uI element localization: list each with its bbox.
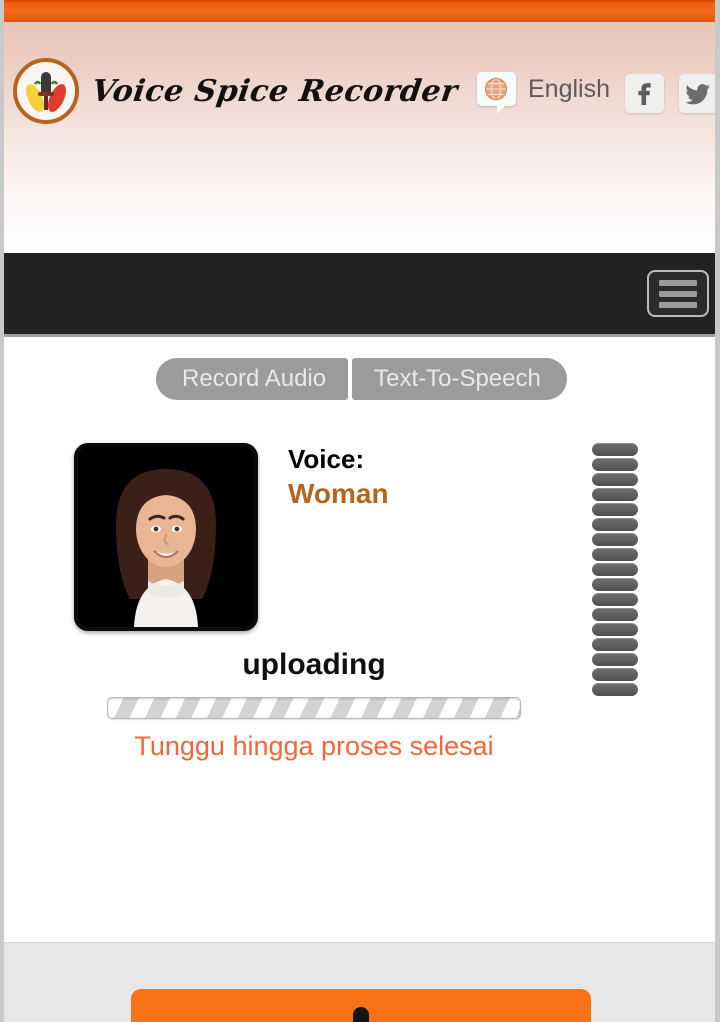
pitch-slider-segment[interactable] — [592, 548, 638, 561]
voice-value[interactable]: Woman — [288, 478, 389, 510]
progress-note: Tunggu hingga proses selesai — [134, 731, 494, 761]
twitter-button[interactable] — [679, 74, 715, 113]
twitter-icon — [679, 74, 715, 113]
pitch-slider-segment[interactable] — [592, 503, 638, 516]
main-content: Record Audio Text-To-Speech Voice: Woman… — [4, 340, 715, 940]
pitch-slider-segment[interactable] — [592, 608, 638, 621]
facebook-button[interactable] — [625, 74, 664, 113]
record-button[interactable] — [131, 989, 591, 1022]
pitch-slider-segment[interactable] — [592, 623, 638, 636]
site-header: Voice Spice Recorder English — [4, 22, 715, 253]
footer-bar — [4, 942, 715, 1022]
top-accent-strip — [4, 0, 715, 22]
language-selector[interactable] — [477, 72, 516, 114]
hamburger-menu-icon[interactable] — [647, 270, 709, 317]
app-root: Voice Spice Recorder English Record Audi… — [0, 0, 720, 1022]
pitch-slider-segment[interactable] — [592, 443, 638, 456]
upload-progress-bar — [107, 697, 521, 719]
microphone-icon — [338, 1007, 384, 1022]
tab-text-to-speech[interactable]: Text-To-Speech — [352, 358, 567, 400]
pitch-slider-segment[interactable] — [592, 473, 638, 486]
globe-icon — [484, 77, 508, 101]
pitch-slider-segment[interactable] — [592, 578, 638, 591]
voice-label: Voice: — [288, 444, 365, 474]
navigation-bar — [4, 253, 715, 337]
logo-badge[interactable] — [13, 58, 79, 124]
woman-portrait-avatar — [78, 447, 254, 627]
site-title: Voice Spice Recorder — [89, 74, 461, 109]
pitch-slider-segment[interactable] — [592, 488, 638, 501]
tab-record-audio[interactable]: Record Audio — [156, 358, 349, 400]
status-text: uploading — [242, 648, 386, 681]
microphone-chili-badge-icon — [17, 62, 75, 120]
page-body: Voice Spice Recorder English Record Audi… — [4, 0, 715, 1022]
hamburger-bar — [659, 302, 697, 308]
pitch-slider-segment[interactable] — [592, 563, 638, 576]
pitch-slider-segment[interactable] — [592, 683, 638, 696]
pitch-slider-segment[interactable] — [592, 533, 638, 546]
voice-avatar[interactable] — [74, 443, 258, 631]
language-label[interactable]: English — [528, 75, 610, 104]
hamburger-bar — [659, 280, 697, 286]
pitch-slider-segment[interactable] — [592, 458, 638, 471]
pitch-slider-segment[interactable] — [592, 593, 638, 606]
pitch-slider-segment[interactable] — [592, 518, 638, 531]
mode-tabs: Record Audio Text-To-Speech — [156, 358, 567, 400]
facebook-icon — [625, 74, 664, 113]
hamburger-bar — [659, 291, 697, 297]
